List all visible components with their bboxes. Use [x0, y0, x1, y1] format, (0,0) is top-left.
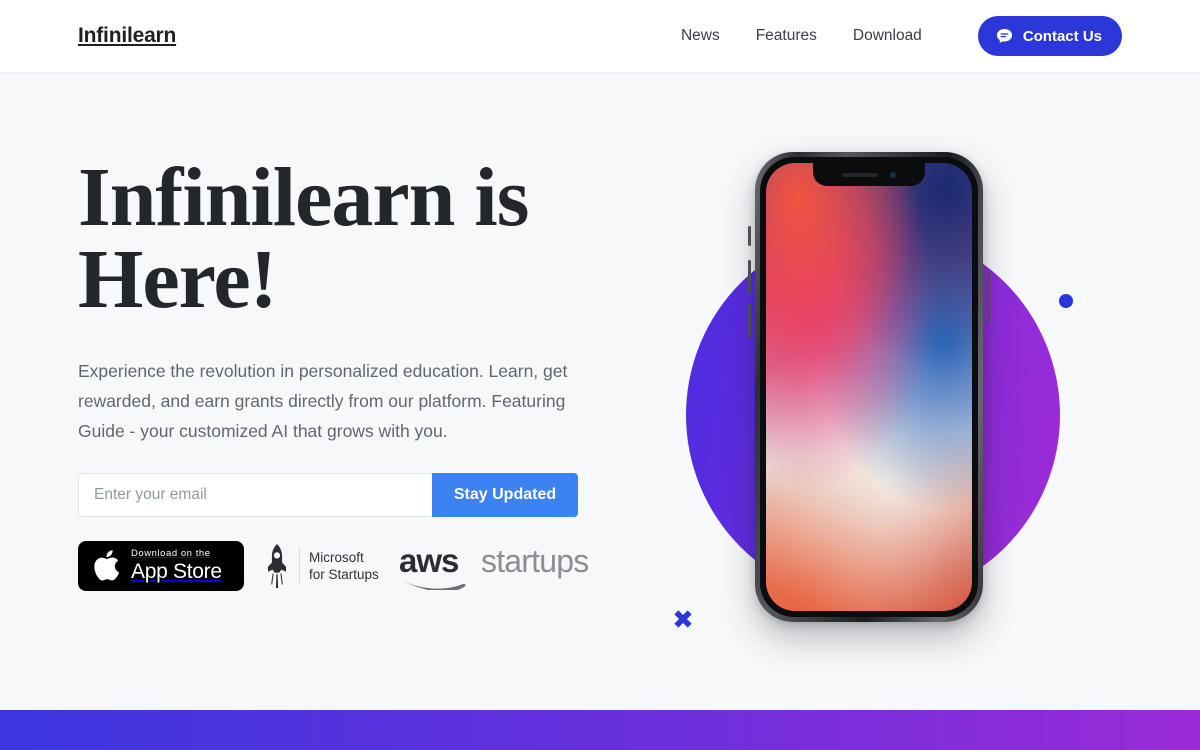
app-store-small-label: Download on the — [131, 548, 211, 560]
aws-startups-logo: aws startups — [399, 542, 589, 590]
hero-section: Infinilearn is Here! Experience the revo… — [0, 72, 1200, 710]
apple-logo-icon — [94, 550, 120, 581]
microsoft-badge-line1: Microsoft — [309, 549, 364, 565]
hero-visual — [640, 72, 1200, 710]
aws-startups-badge[interactable]: aws startups — [399, 542, 611, 590]
app-store-text: Download on the App Store — [131, 549, 222, 582]
brand-logo[interactable]: Infinilearn — [78, 24, 176, 48]
contact-us-label: Contact Us — [1022, 27, 1102, 45]
page-title: Infinilearn is Here! — [78, 151, 529, 327]
nav-link-features[interactable]: Features — [738, 16, 835, 56]
nav-link-news[interactable]: News — [663, 16, 738, 56]
blue-cross-decoration — [674, 610, 692, 628]
phone-volume-up-button — [748, 260, 751, 294]
main-navigation: News Features Download Contact Us — [663, 16, 1122, 56]
footer-gradient-band — [0, 710, 1200, 750]
blue-dot-decoration — [1059, 294, 1073, 308]
phone-power-button — [987, 272, 990, 324]
badge-divider — [299, 547, 300, 584]
iphone-mockup — [748, 152, 990, 622]
stay-updated-button[interactable]: Stay Updated — [432, 472, 578, 517]
aws-smile-arrow-icon — [400, 579, 466, 590]
rocket-icon — [268, 543, 286, 588]
microsoft-badge-text: Microsoft for Startups — [309, 549, 379, 583]
chat-bubble-icon — [996, 28, 1012, 43]
hero-copy: Infinilearn is Here! Experience the revo… — [78, 151, 638, 591]
phone-bezel — [760, 157, 978, 617]
aws-mark-text: aws — [399, 542, 458, 579]
phone-screen-wallpaper — [766, 163, 972, 611]
phone-volume-down-button — [748, 304, 751, 338]
microsoft-for-startups-badge[interactable]: Microsoft for Startups — [264, 543, 379, 589]
phone-earpiece-speaker-icon — [842, 172, 878, 177]
partner-badges: Download on the App Store Microsoft for … — [78, 540, 638, 591]
app-store-badge[interactable]: Download on the App Store — [78, 540, 244, 591]
app-store-big-label: App Store — [131, 559, 222, 583]
microsoft-badge-line2: for Startups — [309, 566, 379, 582]
hero-subhead: Experience the revolution in personalize… — [78, 360, 568, 441]
phone-front-camera-icon — [890, 171, 896, 178]
site-header: Infinilearn News Features Download Conta… — [0, 0, 1200, 72]
nav-link-download[interactable]: Download — [835, 16, 940, 56]
phone-notch — [813, 163, 925, 186]
phone-mute-switch — [748, 226, 751, 246]
contact-us-button[interactable]: Contact Us — [977, 16, 1122, 56]
aws-word-text: startups — [481, 543, 588, 579]
newsletter-signup-form: Stay Updated — [78, 472, 578, 517]
email-input[interactable] — [78, 472, 432, 517]
